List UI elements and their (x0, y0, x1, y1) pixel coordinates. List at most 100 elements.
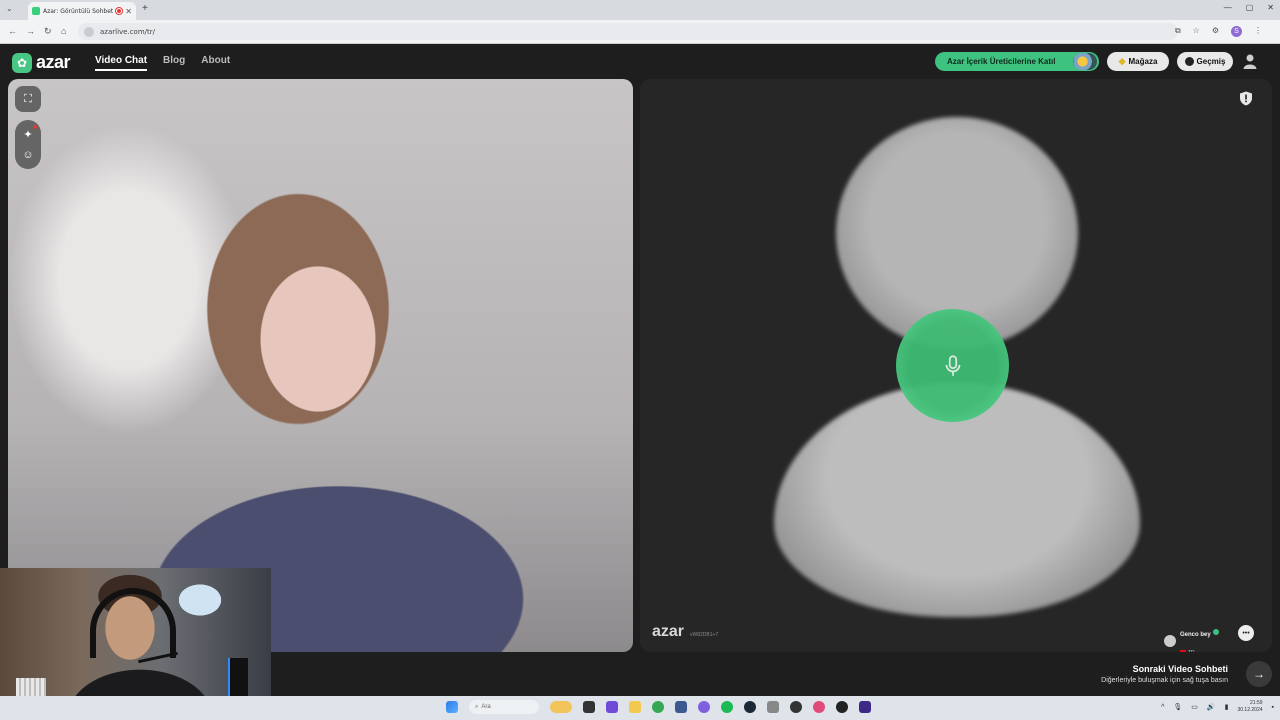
copilot-icon[interactable] (606, 701, 618, 713)
taskbar-search[interactable]: ⌕ Ara (469, 700, 539, 714)
clock-icon (1184, 57, 1194, 66)
widgets-icon[interactable] (550, 701, 572, 713)
azar-watermark: azar vW82DB1+7 (652, 623, 718, 641)
settings-icon[interactable] (767, 701, 779, 713)
windows-start-icon[interactable] (446, 701, 458, 713)
peer-name: Genco bey (1180, 632, 1211, 638)
next-chat-title: Sonraki Video Sohbeti (1132, 664, 1228, 674)
user-profile-icon[interactable] (1242, 53, 1258, 69)
gem-icon: ◆ (1118, 56, 1126, 66)
headset-shape (90, 588, 176, 658)
windows-taskbar: ⌕ Ara ^ 🎙 ▭ 🔊 ▮ 21:59 30.12.2024 ▪ (0, 696, 1280, 720)
chat-bubble-icon: ••• (1242, 629, 1250, 637)
azar-logo[interactable]: ✿ azar (12, 52, 71, 73)
obs-icon[interactable] (790, 701, 802, 713)
system-clock[interactable]: 21:59 30.12.2024 (1237, 700, 1262, 714)
main-nav: Video Chat Blog About (95, 55, 230, 71)
system-tray: ^ 🎙 ▭ 🔊 ▮ 21:59 30.12.2024 ▪ (1161, 700, 1274, 714)
history-button[interactable]: Geçmiş (1177, 52, 1233, 71)
clock-date: 30.12.2024 (1237, 707, 1263, 713)
taskbar-apps: ⌕ Ara (446, 700, 871, 714)
fullscreen-button[interactable]: ⛶ (15, 86, 41, 112)
forward-icon[interactable]: → (26, 26, 35, 36)
steam-icon[interactable] (744, 701, 756, 713)
window-controls: — ▢ ✕ (1224, 3, 1274, 12)
next-chat-hint: Diğerleriyle buluşmak için sağ tuşa bası… (1101, 677, 1228, 684)
creator-badge-icon (1073, 53, 1097, 70)
tab-close-icon[interactable]: ✕ (125, 7, 132, 16)
microphone-icon (945, 354, 960, 376)
chat-button[interactable]: ••• (1238, 625, 1254, 641)
url-text: azarlive.com/tr/ (100, 27, 155, 36)
next-chat-info: Sonraki Video Sohbeti Diğerleriyle buluş… (1101, 664, 1228, 684)
history-label: Geçmiş (1196, 57, 1226, 66)
close-window-icon[interactable]: ✕ (1267, 3, 1274, 12)
sticker-icon[interactable]: ☺ (22, 149, 33, 161)
spotify-icon[interactable] (721, 701, 733, 713)
azar-logo-icon: ✿ (12, 52, 32, 73)
browser-tab-azar[interactable]: Azar: Görüntülü Sohbet & ✕ (28, 2, 136, 20)
logo-text: azar (36, 52, 71, 72)
verified-badge-icon (1212, 628, 1219, 635)
address-bar[interactable]: azarlive.com/tr/ (78, 23, 1178, 40)
vpn-icon[interactable] (859, 701, 871, 713)
new-tab-button[interactable]: + (142, 3, 148, 14)
back-icon[interactable]: ← (8, 26, 17, 36)
shop-button[interactable]: ◆ Mağaza (1107, 52, 1169, 71)
nav-blog[interactable]: Blog (163, 55, 185, 71)
effects-sparkle-icon[interactable]: ✦ (23, 125, 37, 141)
partner-video: ⛶ ✦ ☺ (8, 79, 633, 652)
network-icon[interactable]: ▭ (1191, 703, 1198, 711)
clock-time: 21:59 (1250, 700, 1263, 706)
arrow-right-icon: → (1253, 667, 1265, 681)
next-chat-button[interactable]: → (1246, 661, 1272, 687)
bookmark-star-icon[interactable]: ☆ (1193, 26, 1200, 37)
microphone-button[interactable] (896, 309, 1009, 422)
join-creators-button[interactable]: Azar İçerik Üreticilerine Katıl (935, 52, 1099, 71)
profile-avatar-icon[interactable]: S (1231, 26, 1242, 37)
azar-favicon-icon (32, 7, 40, 15)
browser-actions: ⧉ ☆ ⚙ S ⋮ (1175, 26, 1262, 37)
browser-tab-strip: ⌄ Azar: Görüntülü Sohbet & ✕ + — ▢ ✕ (0, 0, 1280, 20)
tray-chevron-icon[interactable]: ^ (1161, 704, 1164, 711)
discord-icon[interactable] (698, 701, 710, 713)
microphone-tray-icon[interactable]: 🎙 (1173, 703, 1182, 711)
maximize-icon[interactable]: ▢ (1246, 3, 1254, 12)
chrome-icon[interactable] (652, 701, 664, 713)
nav-about[interactable]: About (201, 55, 230, 71)
shop-label: Mağaza (1128, 57, 1158, 66)
notifications-icon[interactable]: ▪ (1272, 704, 1274, 711)
file-explorer-icon[interactable] (629, 701, 641, 713)
nav-video-chat[interactable]: Video Chat (95, 55, 148, 71)
reload-icon[interactable]: ↻ (44, 26, 52, 37)
recording-indicator-icon (116, 8, 123, 14)
volume-icon[interactable]: 🔊 (1207, 703, 1216, 711)
fullscreen-icon: ⛶ (24, 92, 32, 105)
install-app-icon[interactable]: ⧉ (1175, 26, 1181, 37)
store-icon[interactable] (675, 701, 687, 713)
battery-icon[interactable]: ▮ (1225, 703, 1229, 711)
site-info-icon[interactable] (84, 26, 94, 37)
search-icon: ⌕ (475, 703, 479, 710)
tab-search-icon[interactable]: ⌄ (6, 4, 13, 13)
peer-country: TR (1188, 650, 1195, 652)
watermark-logo: azar (652, 623, 685, 640)
app-icon[interactable] (813, 701, 825, 713)
own-video-pane: azar vW82DB1+7 Genco bey TR ••• (640, 79, 1272, 652)
join-creators-label: Azar İçerik Üreticilerine Katıl (947, 57, 1056, 66)
riot-icon[interactable] (836, 701, 848, 713)
peer-info[interactable]: Genco bey TR (1164, 623, 1219, 652)
session-code: vW82DB1+7 (690, 632, 719, 638)
peer-avatar (1164, 635, 1176, 647)
extensions-icon[interactable]: ⚙ (1212, 26, 1219, 37)
task-view-icon[interactable] (583, 701, 595, 713)
effects-toolbar: ✦ ☺ (15, 120, 41, 169)
menu-icon[interactable]: ⋮ (1254, 26, 1262, 37)
minimize-icon[interactable]: — (1224, 3, 1232, 12)
tab-title: Azar: Görüntülü Sohbet & (43, 7, 114, 15)
turkey-flag-icon (1180, 650, 1186, 652)
video-side-tools: ⛶ ✦ ☺ (15, 86, 41, 169)
report-shield-icon[interactable] (1239, 91, 1253, 106)
home-icon[interactable]: ⌂ (61, 26, 66, 36)
browser-toolbar: ← → ↻ ⌂ azarlive.com/tr/ ⧉ ☆ ⚙ S ⋮ (0, 20, 1280, 44)
